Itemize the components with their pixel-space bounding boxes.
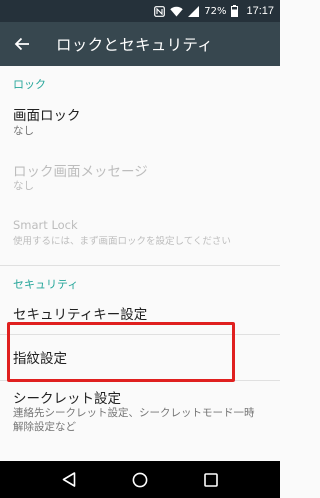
pref-summary: 使用するには、まず画面ロックを設定してください — [13, 236, 231, 247]
pref-title: シークレット設定 — [13, 391, 121, 407]
battery-percent: 72% — [204, 5, 227, 17]
status-bar: 72% 17:17 — [0, 0, 280, 22]
arrow-back-icon — [14, 37, 29, 51]
pref-title: ロック画面メッセージ — [13, 164, 148, 180]
highlight-annotation — [7, 322, 235, 382]
pref-title: 画面ロック — [13, 108, 81, 124]
section-header-lock: ロック — [13, 78, 46, 91]
signal-icon — [188, 5, 200, 17]
app-bar: ロックとセキュリティ — [0, 22, 280, 66]
pref-lock-screen-message[interactable]: ロック画面メッセージ なし — [0, 152, 280, 202]
nfc-icon — [154, 5, 166, 17]
wifi-icon — [170, 6, 183, 17]
pref-title: Smart Lock — [13, 218, 78, 232]
pref-summary-line1: 連絡先シークレット設定、シークレットモード一時 — [13, 407, 255, 419]
section-divider — [0, 265, 280, 266]
recents-square-icon — [203, 472, 218, 487]
pref-summary: なし — [13, 180, 34, 192]
nav-recents-button[interactable] — [196, 465, 226, 495]
navigation-bar — [0, 461, 280, 498]
pref-summary: なし — [13, 125, 34, 137]
nav-back-button[interactable] — [54, 465, 84, 495]
pref-screen-lock[interactable]: 画面ロック なし — [0, 96, 280, 148]
clock: 17:17 — [246, 5, 274, 17]
pref-title: セキュリティキー設定 — [13, 307, 148, 323]
nav-home-button[interactable] — [125, 465, 155, 495]
battery-icon — [231, 5, 239, 17]
home-circle-icon — [132, 472, 148, 487]
back-triangle-icon — [63, 472, 76, 487]
page-title: ロックとセキュリティ — [56, 36, 214, 54]
section-header-security: セキュリティ — [13, 278, 79, 291]
pref-smart-lock[interactable]: Smart Lock 使用するには、まず画面ロックを設定してください — [0, 212, 280, 258]
pref-secret-settings[interactable]: シークレット設定 連絡先シークレット設定、シークレットモード一時 解除設定など — [0, 382, 280, 440]
pref-summary-line2: 解除設定など — [13, 421, 76, 433]
back-button[interactable] — [0, 22, 44, 66]
